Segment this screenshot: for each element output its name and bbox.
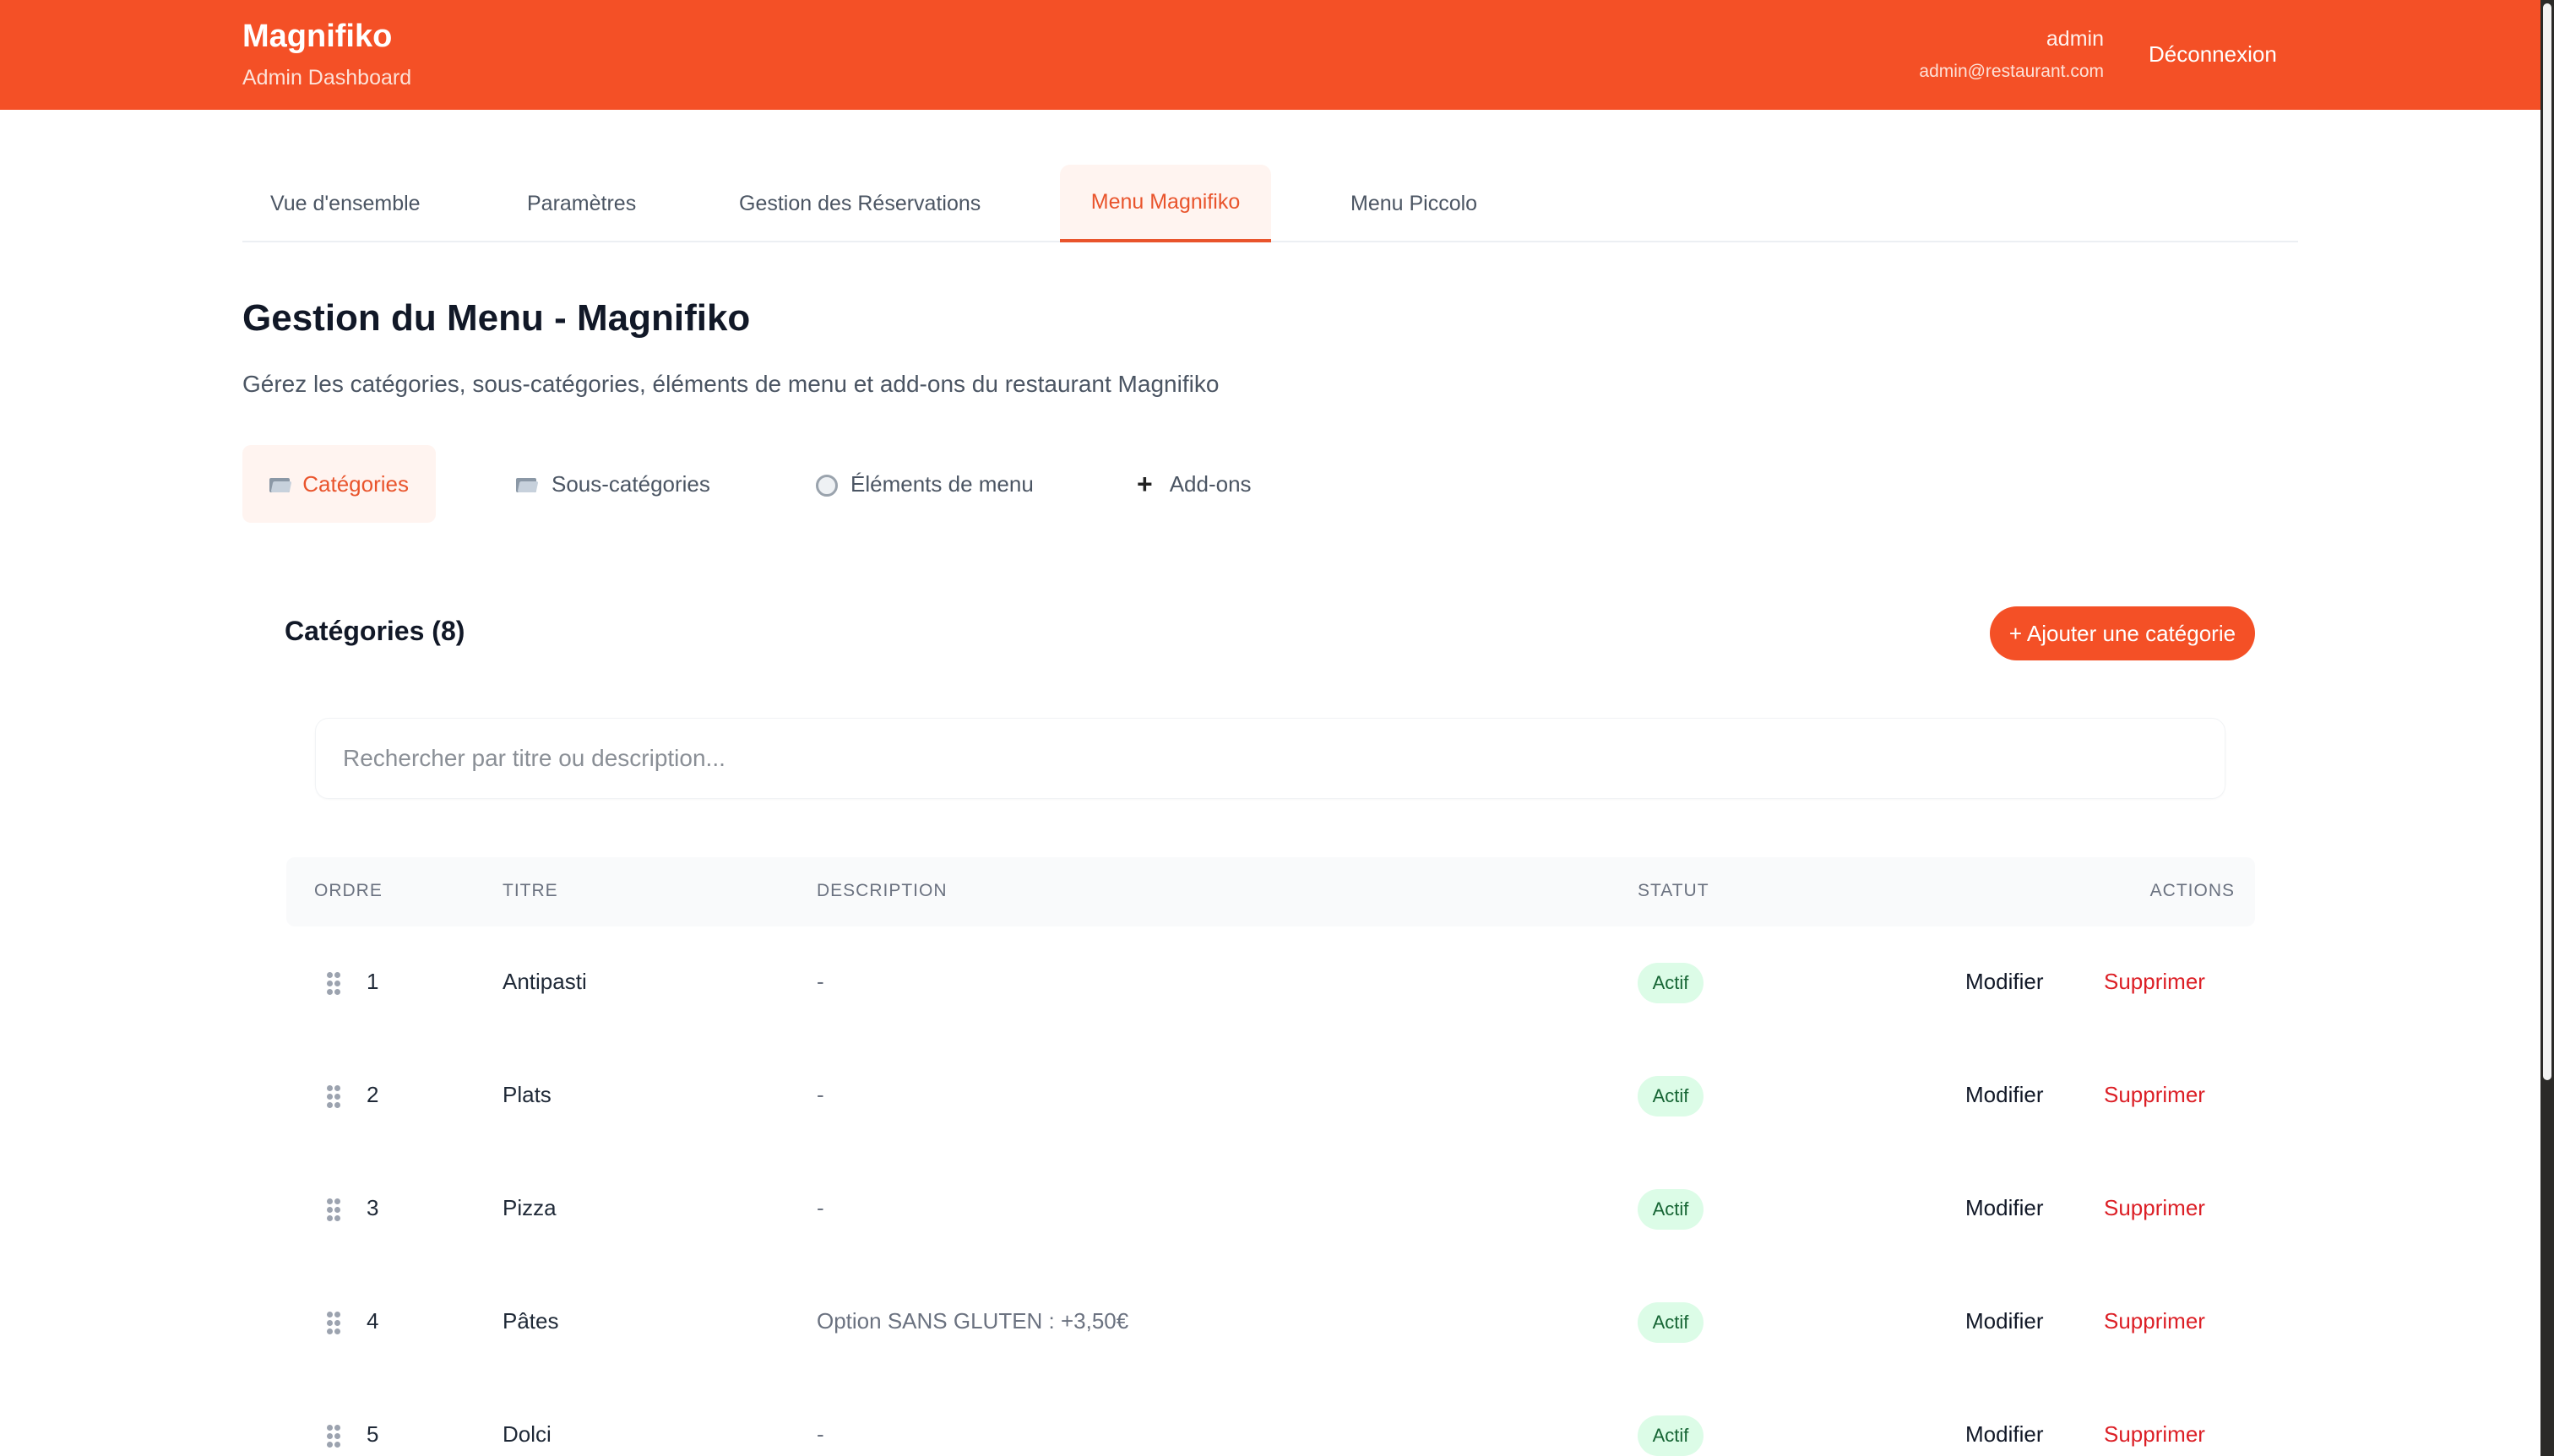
row-description: - xyxy=(817,1421,824,1447)
delete-button[interactable]: Supprimer xyxy=(2104,1082,2205,1108)
main-nav-tabs: Vue d'ensemble Paramètres Gestion des Ré… xyxy=(242,165,2298,242)
table-header: ORDRE TITRE DESCRIPTION STATUT ACTIONS xyxy=(286,857,2255,926)
subtab-addons[interactable]: + Add-ons xyxy=(1137,445,1252,523)
drag-handle-icon[interactable] xyxy=(327,1085,340,1108)
edit-button[interactable]: Modifier xyxy=(1965,1308,2043,1334)
add-category-button[interactable]: + Ajouter une catégorie xyxy=(1990,606,2255,660)
page-title: Gestion du Menu - Magnifiko xyxy=(242,297,751,339)
edit-button[interactable]: Modifier xyxy=(1965,1082,2043,1108)
edit-button[interactable]: Modifier xyxy=(1965,969,2043,995)
delete-button[interactable]: Supprimer xyxy=(2104,969,2205,995)
brand-subtitle: Admin Dashboard xyxy=(242,66,412,90)
delete-button[interactable]: Supprimer xyxy=(2104,1195,2205,1221)
row-title: Antipasti xyxy=(503,969,587,994)
delete-button[interactable]: Supprimer xyxy=(2104,1308,2205,1334)
tab-menu-piccolo[interactable]: Menu Piccolo xyxy=(1350,165,1477,242)
subtab-categories[interactable]: Catégories xyxy=(242,445,436,523)
table-row: 2 Plats - Actif Modifier Supprimer xyxy=(286,1040,2255,1153)
row-description: Option SANS GLUTEN : +3,50€ xyxy=(817,1308,1129,1334)
row-title: Dolci xyxy=(503,1421,552,1447)
logout-button[interactable]: Déconnexion xyxy=(2149,41,2277,68)
drag-handle-icon[interactable] xyxy=(327,1198,340,1221)
drag-handle-icon[interactable] xyxy=(327,1312,340,1334)
row-order: 2 xyxy=(367,1082,379,1107)
brand-title: Magnifiko xyxy=(242,19,393,54)
subtab-label: Catégories xyxy=(302,470,409,497)
subtab-label: Add-ons xyxy=(1169,470,1252,497)
row-description: - xyxy=(817,1082,824,1107)
plus-icon: + xyxy=(1137,469,1153,499)
row-description: - xyxy=(817,969,824,994)
subtab-subcategories[interactable]: Sous-catégories xyxy=(516,445,710,523)
subtab-label: Sous-catégories xyxy=(552,470,710,497)
header-order: ORDRE xyxy=(314,881,383,900)
row-title: Plats xyxy=(503,1082,552,1107)
top-header: Magnifiko Admin Dashboard admin admin@re… xyxy=(0,0,2540,110)
section-title: Catégories (8) xyxy=(285,616,465,646)
status-badge: Actif xyxy=(1638,963,1704,1003)
drag-handle-icon[interactable] xyxy=(327,972,340,995)
tab-reservations[interactable]: Gestion des Réservations xyxy=(739,165,981,242)
table-row: 1 Antipasti - Actif Modifier Supprimer xyxy=(286,926,2255,1040)
status-badge: Actif xyxy=(1638,1076,1704,1116)
status-badge: Actif xyxy=(1638,1189,1704,1230)
user-name: admin xyxy=(2046,27,2104,51)
tab-settings[interactable]: Paramètres xyxy=(527,165,636,242)
subtab-menu-items[interactable]: Éléments de menu xyxy=(812,445,1034,523)
plate-icon xyxy=(812,474,838,497)
search-input[interactable] xyxy=(315,718,2225,799)
tab-menu-magnifiko[interactable]: Menu Magnifiko xyxy=(1060,165,1271,242)
row-order: 3 xyxy=(367,1195,379,1220)
delete-button[interactable]: Supprimer xyxy=(2104,1421,2205,1448)
page-description: Gérez les catégories, sous-catégories, é… xyxy=(242,371,1220,397)
row-description: - xyxy=(817,1195,824,1220)
row-title: Pâtes xyxy=(503,1308,559,1334)
row-order: 5 xyxy=(367,1421,379,1447)
table-row: 3 Pizza - Actif Modifier Supprimer xyxy=(286,1153,2255,1266)
status-badge: Actif xyxy=(1638,1302,1704,1343)
folder-icon xyxy=(516,475,538,492)
header-status: STATUT xyxy=(1638,881,1709,900)
user-email: admin@restaurant.com xyxy=(1919,62,2104,81)
header-title: TITRE xyxy=(503,881,558,900)
header-description: DESCRIPTION xyxy=(817,881,948,900)
table-row: 4 Pâtes Option SANS GLUTEN : +3,50€ Acti… xyxy=(286,1266,2255,1379)
scrollbar-thumb[interactable] xyxy=(2543,3,2551,1080)
row-order: 1 xyxy=(367,969,379,994)
status-badge: Actif xyxy=(1638,1415,1704,1456)
row-order: 4 xyxy=(367,1308,379,1334)
edit-button[interactable]: Modifier xyxy=(1965,1195,2043,1221)
tab-overview[interactable]: Vue d'ensemble xyxy=(270,165,421,242)
row-title: Pizza xyxy=(503,1195,557,1220)
edit-button[interactable]: Modifier xyxy=(1965,1421,2043,1448)
header-actions: ACTIONS xyxy=(2149,881,2235,900)
folder-icon xyxy=(269,475,291,492)
drag-handle-icon[interactable] xyxy=(327,1425,340,1448)
table-row: 5 Dolci - Actif Modifier Supprimer xyxy=(286,1379,2255,1456)
subtab-label: Éléments de menu xyxy=(850,470,1034,497)
